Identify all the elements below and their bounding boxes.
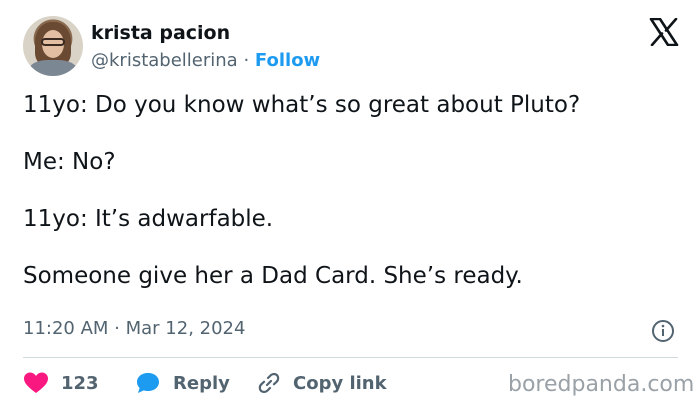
tweet-body: 11yo: Do you know what’s so great about …: [23, 90, 678, 318]
author-display-name[interactable]: krista pacion: [91, 22, 230, 44]
x-logo-icon[interactable]: [649, 18, 679, 46]
tweet-card: krista pacion @kristabellerina · Follow …: [0, 0, 700, 410]
tweet-header: krista pacion @kristabellerina · Follow: [23, 16, 683, 78]
tweet-line: Me: No?: [23, 149, 116, 175]
reply-bubble-icon: [137, 373, 159, 393]
author-handle[interactable]: @kristabellerina: [91, 50, 238, 71]
watermark: boredpanda.com: [508, 372, 695, 397]
author-handle-line: @kristabellerina · Follow: [91, 50, 320, 71]
tweet-line: 11yo: Do you know what’s so great about …: [23, 92, 581, 118]
like-count: 123: [61, 372, 99, 394]
follow-link[interactable]: Follow: [255, 50, 320, 71]
heart-icon: [24, 372, 48, 393]
reply-label: Reply: [173, 372, 230, 394]
copy-link-label: Copy link: [293, 372, 387, 394]
tweet-line: 11yo: It’s adwarfable.: [23, 206, 274, 232]
copy-link-button[interactable]: Copy link: [257, 370, 387, 396]
avatar[interactable]: [23, 16, 83, 76]
info-icon[interactable]: [651, 319, 675, 343]
handle-separator: ·: [243, 50, 250, 71]
link-icon: [258, 372, 280, 394]
like-button[interactable]: 123: [23, 370, 99, 396]
divider: [23, 357, 678, 358]
tweet-line: Someone give her a Dad Card. She’s ready…: [23, 263, 523, 289]
tweet-timestamp[interactable]: 11:20 AM · Mar 12, 2024: [23, 318, 245, 339]
reply-button[interactable]: Reply: [135, 370, 230, 396]
